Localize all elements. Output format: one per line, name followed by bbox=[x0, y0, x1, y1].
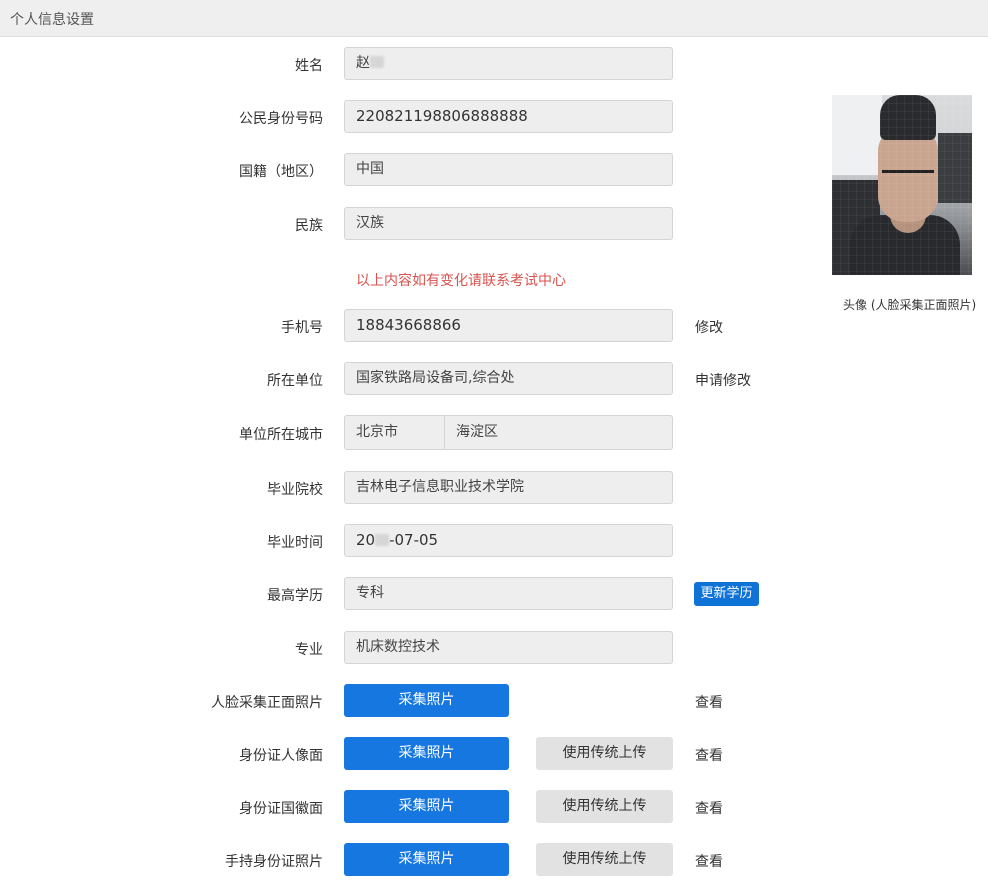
phone-field[interactable]: 18843668866 bbox=[344, 309, 673, 342]
employer-city-field: 北京市 海淀区 bbox=[344, 415, 673, 450]
employer-label: 所在单位 bbox=[267, 373, 323, 389]
collect-face-photo-button[interactable]: 采集照片 bbox=[344, 684, 509, 717]
id-number-field[interactable]: 220821198806888888 bbox=[344, 100, 673, 133]
avatar-photo[interactable] bbox=[832, 95, 972, 275]
name-value: 赵 bbox=[356, 55, 370, 71]
view-handheld-id-link[interactable]: 查看 bbox=[695, 851, 723, 871]
redacted-mark bbox=[370, 56, 384, 68]
collect-handheld-id-button[interactable]: 采集照片 bbox=[344, 843, 509, 876]
phone-label: 手机号 bbox=[281, 320, 323, 336]
nationality-label: 国籍（地区） bbox=[239, 164, 323, 180]
ethnicity-field[interactable]: 汉族 bbox=[344, 207, 673, 240]
handheld-id-label: 手持身份证照片 bbox=[225, 854, 323, 870]
nationality-field[interactable]: 中国 bbox=[344, 153, 673, 186]
id-back-label: 身份证国徽面 bbox=[239, 801, 323, 817]
education-field[interactable]: 专科 bbox=[344, 577, 673, 610]
page-title: 个人信息设置 bbox=[10, 12, 94, 28]
grad-date-prefix: 20 bbox=[356, 531, 376, 549]
employer-field[interactable]: 国家铁路局设备司,综合处 bbox=[344, 362, 673, 395]
collect-id-back-button[interactable]: 采集照片 bbox=[344, 790, 509, 823]
change-notice: 以上内容如有变化请联系考试中心 bbox=[356, 273, 566, 289]
education-label: 最高学历 bbox=[267, 588, 323, 604]
id-front-label: 身份证人像面 bbox=[239, 748, 323, 764]
view-id-front-link[interactable]: 查看 bbox=[695, 745, 723, 765]
update-education-button[interactable]: 更新学历 bbox=[694, 582, 759, 606]
page-header: 个人信息设置 bbox=[0, 0, 988, 37]
city-select[interactable]: 北京市 bbox=[345, 416, 445, 449]
view-face-photo-link[interactable]: 查看 bbox=[695, 692, 723, 712]
name-field[interactable]: 赵 bbox=[344, 47, 673, 80]
request-edit-employer-link[interactable]: 申请修改 bbox=[695, 370, 751, 390]
id-number-label: 公民身份号码 bbox=[239, 111, 323, 127]
upload-id-back-button[interactable]: 使用传统上传 bbox=[536, 790, 673, 823]
ethnicity-label: 民族 bbox=[295, 218, 323, 234]
major-field[interactable]: 机床数控技术 bbox=[344, 631, 673, 664]
major-label: 专业 bbox=[295, 642, 323, 658]
face-photo-label: 人脸采集正面照片 bbox=[211, 695, 323, 711]
name-label: 姓名 bbox=[295, 58, 323, 74]
grad-date-field[interactable]: 20 -07-05 bbox=[344, 524, 673, 557]
school-label: 毕业院校 bbox=[267, 482, 323, 498]
collect-id-front-button[interactable]: 采集照片 bbox=[344, 737, 509, 770]
upload-handheld-id-button[interactable]: 使用传统上传 bbox=[536, 843, 673, 876]
grad-date-label: 毕业时间 bbox=[267, 535, 323, 551]
grad-date-suffix: -07-05 bbox=[389, 531, 439, 549]
edit-phone-link[interactable]: 修改 bbox=[695, 317, 723, 337]
upload-id-front-button[interactable]: 使用传统上传 bbox=[536, 737, 673, 770]
district-select[interactable]: 海淀区 bbox=[456, 416, 498, 449]
avatar-caption: 头像 (人脸采集正面照片) bbox=[843, 298, 977, 312]
school-field[interactable]: 吉林电子信息职业技术学院 bbox=[344, 471, 673, 504]
view-id-back-link[interactable]: 查看 bbox=[695, 798, 723, 818]
employer-city-label: 单位所在城市 bbox=[239, 427, 323, 443]
redacted-mark bbox=[375, 534, 390, 546]
